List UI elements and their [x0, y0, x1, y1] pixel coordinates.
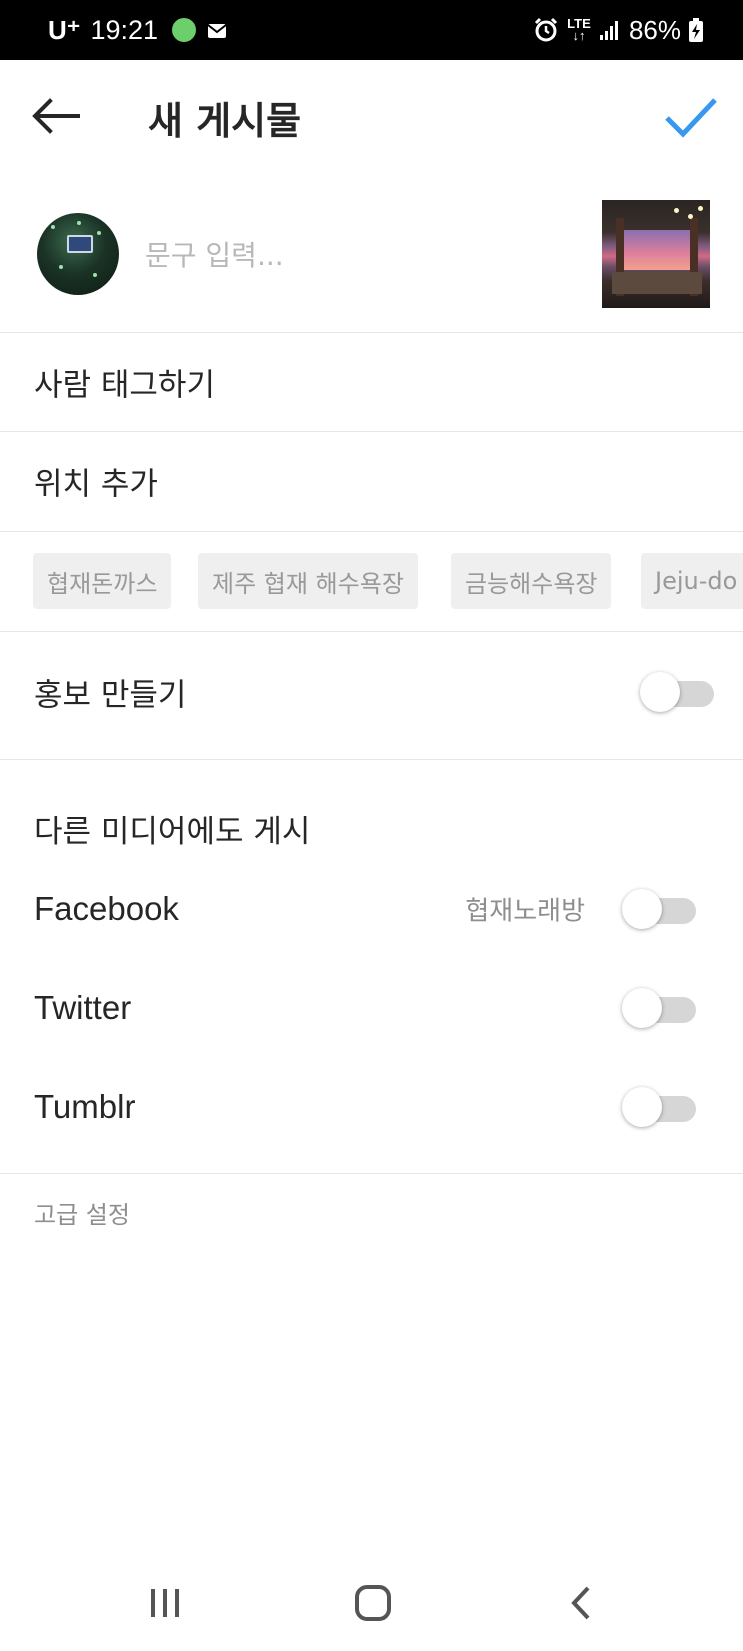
back-button[interactable]	[28, 88, 84, 144]
nav-back-button[interactable]	[551, 1578, 611, 1628]
promotion-toggle[interactable]	[640, 671, 716, 713]
twitter-label: Twitter	[34, 989, 132, 1026]
create-promotion-row: 홍보 만들기	[0, 642, 743, 742]
share-section-heading: 다른 미디어에도 게시	[34, 814, 311, 850]
divider	[0, 631, 743, 632]
tumblr-toggle[interactable]	[622, 1086, 698, 1128]
divider	[0, 531, 743, 532]
home-button[interactable]	[343, 1578, 403, 1628]
add-location-row[interactable]: 위치 추가	[0, 432, 743, 530]
location-chip[interactable]: 제주 협재 해수욕장	[198, 553, 418, 609]
facebook-label: Facebook	[34, 890, 179, 927]
post-thumbnail[interactable]	[602, 200, 710, 308]
caption-input[interactable]	[145, 230, 445, 280]
check-icon	[665, 98, 717, 138]
battery-charging-icon	[689, 18, 703, 42]
tumblr-label: Tumblr	[34, 1088, 136, 1125]
divider	[0, 759, 743, 760]
create-promotion-label: 홍보 만들기	[34, 677, 187, 714]
mail-icon	[207, 24, 227, 38]
recent-apps-button[interactable]	[135, 1578, 195, 1628]
signal-icon	[599, 21, 618, 40]
battery-percent: 86%	[628, 14, 681, 45]
facebook-account: 협재노래방	[465, 896, 585, 927]
tag-people-row[interactable]: 사람 태그하기	[0, 333, 743, 431]
lte-icon: LTE ↓↑	[567, 16, 591, 43]
location-chip[interactable]: 협재돈까스	[33, 553, 172, 609]
recent-apps-icon	[151, 1589, 179, 1617]
share-tumblr-row: Tumblr	[0, 1062, 743, 1152]
caption-row	[0, 190, 743, 332]
location-suggestions: 협재돈까스 제주 협재 해수욕장 금능해수욕장 Jeju-do	[0, 533, 743, 633]
network-label: LTE	[567, 16, 591, 31]
advanced-settings-link[interactable]: 고급 설정	[34, 1195, 130, 1230]
facebook-toggle[interactable]	[622, 888, 698, 930]
share-twitter-row: Twitter	[0, 963, 743, 1053]
add-location-label: 위치 추가	[34, 466, 158, 503]
share-facebook-row: Facebook 협재노래방	[0, 864, 743, 954]
carrier-label: U⁺	[48, 14, 81, 45]
divider	[0, 1173, 743, 1174]
page-title: 새 게시물	[148, 99, 302, 143]
location-chip[interactable]: 금능해수욕장	[451, 553, 612, 609]
share-confirm-button[interactable]	[659, 85, 723, 149]
status-time: 19:21	[90, 14, 159, 45]
status-bar: U⁺ 19:21 LTE ↓↑ 86%	[0, 0, 743, 60]
back-icon	[571, 1586, 590, 1620]
system-nav-bar	[0, 1556, 743, 1651]
twitter-toggle[interactable]	[622, 987, 698, 1029]
home-icon	[355, 1585, 391, 1621]
avatar	[37, 213, 119, 295]
header: 새 게시물	[0, 60, 743, 175]
arrow-left-icon	[32, 98, 80, 134]
tag-people-label: 사람 태그하기	[34, 367, 215, 404]
alarm-icon	[534, 17, 558, 42]
location-chip[interactable]: Jeju-do	[641, 553, 743, 609]
line-app-icon	[172, 18, 197, 42]
